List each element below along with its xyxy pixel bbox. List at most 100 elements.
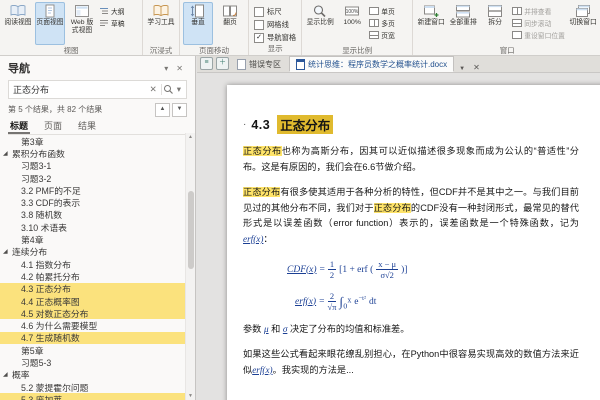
nav-heading-item[interactable]: 4.5 对数正态分布 <box>0 307 186 319</box>
zoom-100-icon: 100% <box>344 4 360 18</box>
draft-label: 草稿 <box>111 18 125 28</box>
nav-heading-item[interactable]: 5.2 蒙提霍尔问题 <box>0 381 186 393</box>
search-icon[interactable] <box>163 84 174 95</box>
nav-heading-item[interactable]: 3.8 随机数 <box>0 209 186 221</box>
nav-heading-item[interactable]: 习题5-3 <box>0 356 186 368</box>
tab-list-icon[interactable]: ≡ <box>200 57 213 70</box>
gridlines-checkbox-row[interactable]: 网格线 <box>254 20 296 30</box>
next-result-button[interactable]: ▼ <box>172 103 187 117</box>
reset-window-position-button[interactable]: 重设窗口位置 <box>512 30 566 40</box>
nav-heading-item[interactable]: 第3章 <box>0 135 186 147</box>
synchronous-scrolling-button[interactable]: 同步滚动 <box>512 18 566 28</box>
doc-tab-group-label: 错误专区 <box>249 59 281 70</box>
doc-paragraph: 参数 μ 和 σ 决定了分布的均值和标准差。 <box>243 322 579 338</box>
ruler-checkbox[interactable] <box>254 7 264 17</box>
nav-heading-item[interactable]: 习题3-2 <box>0 172 186 184</box>
active-document-tab[interactable]: 统计思维：程序员数学之概率统计.docx <box>289 56 454 72</box>
zoom-group-label: 显示比例 <box>305 45 409 56</box>
web-layout-icon <box>74 4 90 18</box>
nav-heading-item[interactable]: 4.7 生成随机数 <box>0 332 186 344</box>
navigation-pane-close-icon[interactable]: ✕ <box>172 64 187 73</box>
navigation-pane-checkbox-row[interactable]: ✓ 导航窗格 <box>254 33 296 43</box>
nav-heading-item[interactable]: ◢概率 <box>0 369 186 381</box>
read-mode-icon <box>10 4 26 18</box>
nav-headings-list: 第3章◢累积分布函数习题3-1习题3-23.2 PMF的不足3.3 CDF的表示… <box>0 133 186 400</box>
page-width-button[interactable]: 页宽 <box>369 30 409 40</box>
tab-results[interactable]: 结果 <box>76 118 98 134</box>
nav-scrollbar[interactable]: ▲ ▼ <box>185 133 195 400</box>
nav-scrollbar-thumb[interactable] <box>188 191 194 269</box>
nav-heading-label: 3.10 术语表 <box>21 221 67 233</box>
nav-heading-item[interactable]: ◢连续分布 <box>0 246 186 258</box>
gridlines-checkbox[interactable] <box>254 20 264 30</box>
arrange-all-button[interactable]: 全部重排 <box>448 2 478 45</box>
document-icon <box>237 59 246 70</box>
one-page-button[interactable]: 单页 <box>369 6 409 16</box>
expand-triangle-icon[interactable]: ◢ <box>3 248 12 255</box>
scroll-up-icon[interactable]: ▲ <box>186 134 195 140</box>
draft-button[interactable]: 草稿 <box>99 18 139 28</box>
tab-pages[interactable]: 页面 <box>42 118 64 134</box>
nav-heading-item[interactable]: 习题3-1 <box>0 160 186 172</box>
read-mode-button[interactable]: 阅读视图 <box>3 2 33 45</box>
nav-heading-item[interactable]: 3.3 CDF的表示 <box>0 196 186 208</box>
nav-heading-item[interactable]: 5.3 庞加莱 <box>0 393 186 400</box>
nav-heading-label: 第3章 <box>21 135 44 147</box>
search-clear-icon[interactable]: ✕ <box>147 84 160 95</box>
doc-tab-group[interactable]: 错误专区 <box>232 57 286 72</box>
zoom-100-button[interactable]: 100% 100% <box>337 2 367 45</box>
nav-heading-item[interactable]: 3.2 PMF的不足 <box>0 184 186 196</box>
nav-heading-item[interactable]: 3.10 术语表 <box>0 221 186 233</box>
nav-heading-item[interactable]: ◢累积分布函数 <box>0 147 186 159</box>
navigation-pane-header: 导航 ▾ ✕ <box>0 56 195 78</box>
navigation-pane-checkbox[interactable]: ✓ <box>254 33 264 43</box>
multiple-pages-button[interactable]: 多页 <box>369 18 409 28</box>
learning-tools-button[interactable]: 学习工具 <box>146 2 176 45</box>
nav-heading-label: 4.1 指数分布 <box>21 258 71 270</box>
search-input[interactable] <box>13 85 147 95</box>
tab-dropdown-caret-icon[interactable]: ▼ <box>457 66 467 72</box>
nav-heading-item[interactable]: 4.6 为什么需要模型 <box>0 319 186 331</box>
split-button[interactable]: 拆分 <box>480 2 510 45</box>
expand-triangle-icon[interactable]: ◢ <box>3 371 12 378</box>
synchronous-scrolling-label: 同步滚动 <box>524 18 551 28</box>
nav-heading-item[interactable]: 第5章 <box>0 344 186 356</box>
search-options-caret-icon[interactable]: ▾ <box>174 84 184 95</box>
fraction: 1 2 <box>328 260 336 280</box>
read-mode-label: 阅读视图 <box>4 19 31 27</box>
vertical-button[interactable]: 垂直 <box>183 2 213 45</box>
tab-headings[interactable]: 标题 <box>8 118 30 134</box>
nav-heading-item[interactable]: 4.2 帕累托分布 <box>0 270 186 282</box>
nav-heading-item[interactable]: 4.3 正态分布 <box>0 283 186 295</box>
web-layout-button[interactable]: Web 版式视图 <box>67 2 97 45</box>
switch-windows-button[interactable]: 切换窗口 <box>568 2 598 45</box>
nav-heading-label: 4.5 对数正态分布 <box>21 307 88 319</box>
split-label: 拆分 <box>488 19 502 27</box>
section-heading: · 4.3 正态分布 <box>243 115 579 134</box>
nav-heading-item[interactable]: 4.4 正态概率图 <box>0 295 186 307</box>
nav-heading-label: 累积分布函数 <box>12 147 65 159</box>
nav-heading-label: 4.4 正态概率图 <box>21 295 80 307</box>
previous-result-button[interactable]: ▲ <box>155 103 170 117</box>
ribbon-group-immersive: 学习工具 沉浸式 <box>143 0 180 55</box>
doc-paragraph: 如果这些公式看起来眼花缭乱别担心，在Python中很容易实现高效的数值方法来近似… <box>243 347 579 378</box>
nav-heading-label: 习题5-3 <box>21 356 51 368</box>
expand-triangle-icon[interactable]: ◢ <box>3 150 12 157</box>
navigation-pane-options-icon[interactable]: ▾ <box>160 64 172 73</box>
tab-close-icon[interactable]: ✕ <box>470 63 483 72</box>
document-page[interactable]: · 4.3 正态分布 正态分布也称为高斯分布，因其可以近似描述很多现象而成为公认… <box>227 85 600 400</box>
ruler-checkbox-row[interactable]: 标尺 <box>254 7 296 17</box>
zoom-button[interactable]: 显示比例 <box>305 2 335 45</box>
side-to-side-button[interactable]: 翻页 <box>215 2 245 45</box>
view-side-by-side-button[interactable]: 并排查看 <box>512 6 566 16</box>
nav-heading-item[interactable]: 第4章 <box>0 233 186 245</box>
new-window-button[interactable]: 新建窗口 <box>416 2 446 45</box>
search-result-bar: 第 5 个结果，共 82 个结果 ▲ ▼ <box>8 102 187 117</box>
immersive-group-label: 沉浸式 <box>146 45 176 56</box>
learning-tools-label: 学习工具 <box>147 19 174 27</box>
outline-button[interactable]: 大纲 <box>99 6 139 16</box>
new-tab-icon[interactable]: ＋ <box>216 57 229 70</box>
print-layout-button[interactable]: 页面视图 <box>35 2 65 45</box>
nav-heading-item[interactable]: 4.1 指数分布 <box>0 258 186 270</box>
scroll-down-icon[interactable]: ▼ <box>186 393 195 399</box>
